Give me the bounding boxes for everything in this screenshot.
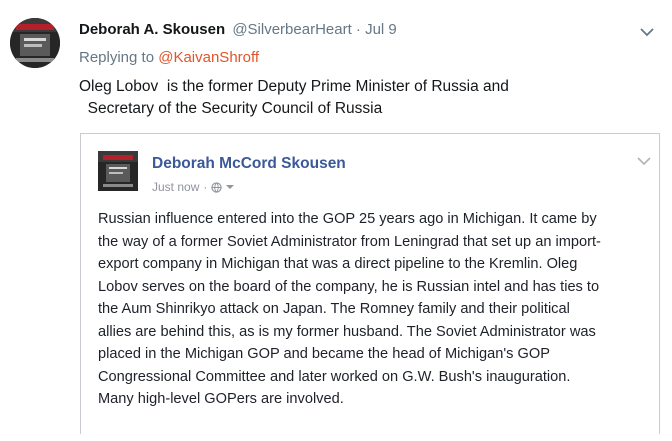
facebook-body-line: Many high-level GOPers are involved. (98, 391, 344, 407)
facebook-body-line: Russian influence entered into the GOP 2… (98, 211, 597, 227)
replying-to-mention[interactable]: @KaivanShroff (158, 49, 259, 66)
facebook-body-line: export company in Michigan that was a di… (98, 256, 578, 272)
facebook-body-line: Congressional Committee and later worked… (98, 368, 571, 385)
chevron-down-icon[interactable] (640, 27, 654, 37)
facebook-chevron-down-icon (637, 157, 651, 166)
tweet-text-line: Secretary of the Security Council of Rus… (79, 100, 383, 117)
avatar-image (10, 18, 60, 68)
separator-dot: · (203, 180, 208, 194)
facebook-author-name: Deborah McCord Skousen (152, 155, 346, 172)
replying-to: Replying to @KaivanShroff (79, 48, 259, 68)
facebook-body-line: the Aum Shinrikyo attack on Japan. The R… (98, 301, 570, 317)
tweet-text-line: Oleg Lobov is the former Deputy Prime Mi… (79, 78, 509, 95)
tweet-header: Deborah A. Skousen @SilverbearHeart · Ju… (79, 20, 397, 40)
globe-icon (211, 181, 223, 193)
tweet-text: Oleg Lobov is the former Deputy Prime Mi… (79, 76, 639, 120)
tweet-date[interactable]: Jul 9 (365, 21, 397, 38)
facebook-post-screenshot[interactable]: Deborah McCord Skousen Just now · Russia… (80, 133, 660, 434)
author-handle[interactable]: @SilverbearHeart (232, 21, 351, 38)
facebook-post-meta: Just now · (152, 180, 235, 194)
facebook-post-body: Russian influence entered into the GOP 2… (98, 208, 658, 411)
replying-prefix: Replying to (79, 49, 155, 66)
facebook-body-line: Lobov serves on the board of the company… (98, 278, 600, 295)
facebook-avatar (98, 151, 138, 191)
facebook-body-line: allies are behind this, as is my former … (98, 323, 596, 340)
author-name[interactable]: Deborah A. Skousen (79, 21, 225, 38)
facebook-avatar-image (98, 151, 138, 191)
tweet: Deborah A. Skousen @SilverbearHeart · Ju… (0, 0, 672, 441)
facebook-body-line: placed in the Michigan GOP and became th… (98, 346, 550, 362)
separator-dot: · (355, 21, 361, 38)
avatar[interactable] (10, 18, 60, 68)
facebook-body-line: the way of a former Soviet Administrator… (98, 233, 601, 250)
caret-down-icon (226, 185, 235, 189)
facebook-post-time: Just now (152, 180, 200, 194)
